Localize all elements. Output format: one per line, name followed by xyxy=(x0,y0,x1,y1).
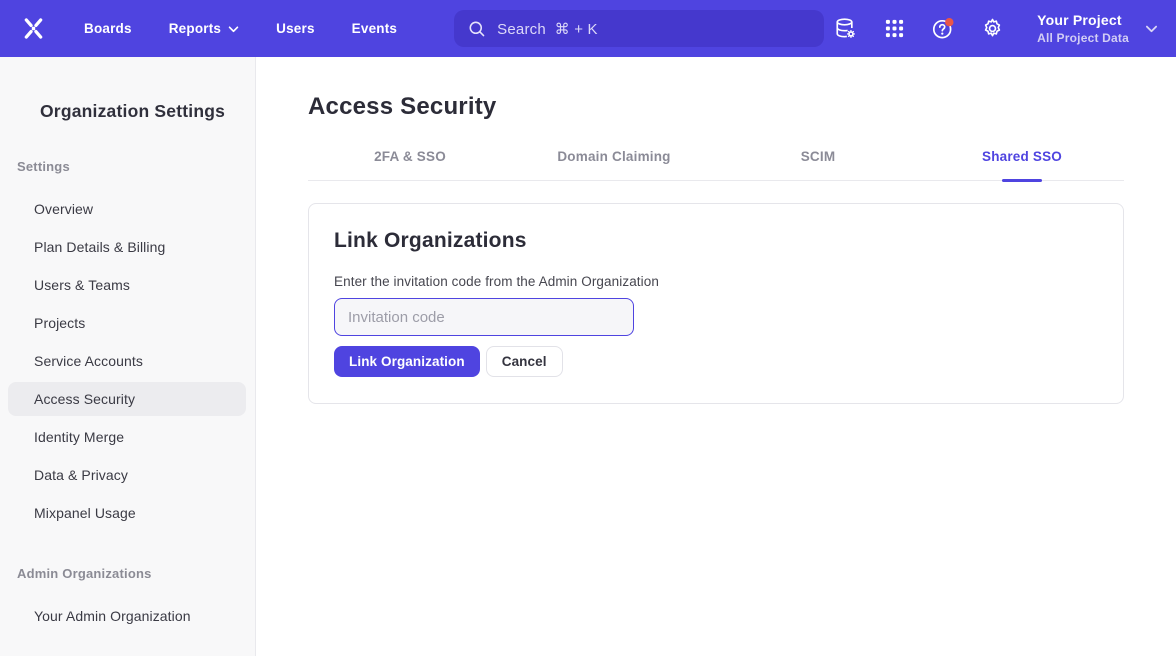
sidebar-item-identity-merge[interactable]: Identity Merge xyxy=(8,420,246,454)
tab-2fa-sso[interactable]: 2FA & SSO xyxy=(308,149,512,180)
link-organizations-card: Link Organizations Enter the invitation … xyxy=(308,203,1124,404)
cancel-button[interactable]: Cancel xyxy=(486,346,563,377)
notification-dot xyxy=(945,18,953,26)
nav-item-events[interactable]: Events xyxy=(352,21,397,36)
project-name: Your Project xyxy=(1037,12,1129,28)
project-dataset: All Project Data xyxy=(1037,31,1129,45)
sidebar-item-overview[interactable]: Overview xyxy=(8,192,246,226)
search-placeholder: Search ⌘ + K xyxy=(497,20,598,38)
chevron-down-icon xyxy=(1145,25,1158,33)
card-actions: Link Organization Cancel xyxy=(334,346,1098,377)
sidebar-item-plan-details-billing[interactable]: Plan Details & Billing xyxy=(8,230,246,264)
primary-nav: Boards Reports Users Events xyxy=(84,21,397,36)
top-nav: Boards Reports Users Events Search ⌘ + K xyxy=(0,0,1176,57)
sidebar-item-your-admin-organization[interactable]: Your Admin Organization xyxy=(8,599,246,633)
nav-utilities: Your Project All Project Data xyxy=(833,12,1158,45)
nav-item-boards[interactable]: Boards xyxy=(84,21,132,36)
nav-item-reports[interactable]: Reports xyxy=(169,21,239,36)
mixpanel-logo[interactable] xyxy=(20,15,47,42)
project-switcher[interactable]: Your Project All Project Data xyxy=(1037,12,1158,45)
settings-gear-icon[interactable] xyxy=(980,17,1004,41)
card-title: Link Organizations xyxy=(334,229,1098,253)
main-content: Access Security 2FA & SSODomain Claiming… xyxy=(256,57,1176,656)
link-organization-button[interactable]: Link Organization xyxy=(334,346,480,377)
tab-bar: 2FA & SSODomain ClaimingSCIMShared SSO xyxy=(308,149,1124,181)
sidebar-item-mixpanel-usage[interactable]: Mixpanel Usage xyxy=(8,496,246,530)
sidebar-title: Organization Settings xyxy=(0,101,255,122)
chevron-down-icon xyxy=(228,26,239,33)
sidebar-item-access-security[interactable]: Access Security xyxy=(8,382,246,416)
apps-grid-icon[interactable] xyxy=(882,17,906,41)
tab-domain-claiming[interactable]: Domain Claiming xyxy=(512,149,716,180)
data-management-icon[interactable] xyxy=(833,17,857,41)
sidebar-section: Admin Organizations Your Admin Organizat… xyxy=(0,566,255,633)
help-icon[interactable] xyxy=(931,17,955,41)
sidebar-item-data-privacy[interactable]: Data & Privacy xyxy=(8,458,246,492)
project-labels: Your Project All Project Data xyxy=(1037,12,1129,45)
sidebar-section-label: Settings xyxy=(0,159,255,174)
sidebar-section-label: Admin Organizations xyxy=(0,566,255,581)
mixpanel-logo-icon xyxy=(20,15,47,42)
sidebar-item-service-accounts[interactable]: Service Accounts xyxy=(8,344,246,378)
settings-sidebar: Organization Settings Settings Overview P… xyxy=(0,57,256,656)
page-title: Access Security xyxy=(308,93,1124,121)
search-icon xyxy=(468,20,486,38)
invitation-code-label: Enter the invitation code from the Admin… xyxy=(334,274,1098,289)
sidebar-section: Settings Overview Plan Details & Billing U… xyxy=(0,159,255,530)
sidebar-item-projects[interactable]: Projects xyxy=(8,306,246,340)
search-input[interactable]: Search ⌘ + K xyxy=(454,10,824,47)
tab-scim[interactable]: SCIM xyxy=(716,149,920,180)
nav-item-users[interactable]: Users xyxy=(276,21,315,36)
tab-shared-sso[interactable]: Shared SSO xyxy=(920,149,1124,180)
invitation-code-input[interactable] xyxy=(334,298,634,336)
sidebar-item-users-teams[interactable]: Users & Teams xyxy=(8,268,246,302)
